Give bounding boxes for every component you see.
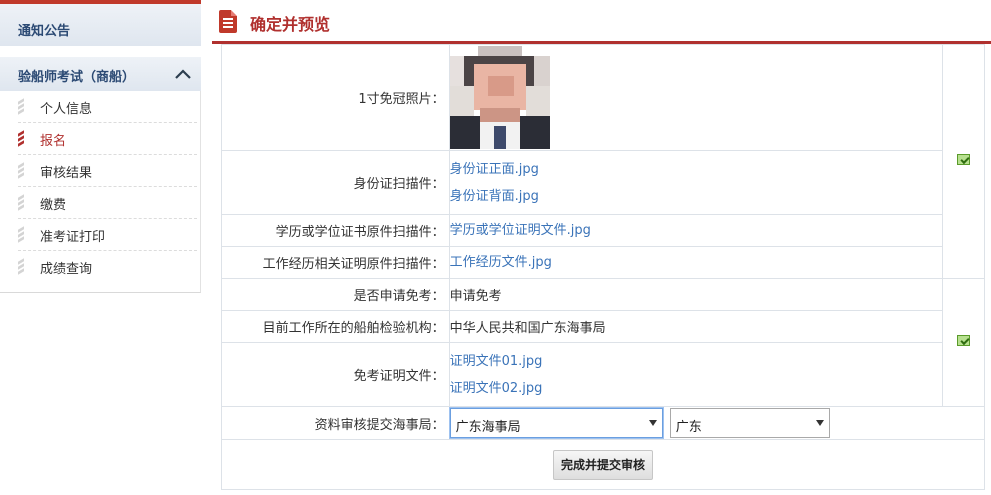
sidebar-gap	[0, 47, 201, 57]
menu-bullet-icon	[18, 162, 24, 179]
exempt-file-2-link[interactable]: 证明文件02.jpg	[450, 375, 942, 402]
exempt-proof-cell: 证明文件01.jpg 证明文件02.jpg	[448, 342, 944, 407]
id-front-file-link[interactable]: 身份证正面.jpg	[450, 156, 942, 183]
work-cell: 工作经历文件.jpg	[448, 246, 944, 279]
menu-bullet-icon	[18, 258, 24, 275]
id-scan-label: 身份证扫描件：	[221, 150, 450, 215]
edit-icon[interactable]	[957, 335, 970, 346]
sidebar-item-label: 准考证打印	[40, 230, 106, 245]
menu-bullet-icon	[18, 226, 24, 243]
page-title: 确定并预览	[250, 15, 331, 34]
bureau-select-cell: 广东海事局 广东	[448, 406, 986, 440]
sidebar-item-register[interactable]: 报名	[18, 123, 197, 155]
exempt-apply-label: 是否申请免考：	[221, 278, 450, 311]
edit-cell	[942, 278, 985, 407]
sidebar-item-notice[interactable]: 通知公告	[0, 4, 201, 47]
degree-label: 学历或学位证书原件扫描件：	[221, 214, 450, 247]
id-back-file-link[interactable]: 身份证背面.jpg	[450, 183, 942, 210]
sidebar-menu: 个人信息 报名 审核结果 缴费 准考证打印 成绩查询	[0, 91, 201, 283]
exempt-proof-label: 免考证明文件：	[221, 342, 450, 407]
sidebar-item-label: 审核结果	[40, 166, 93, 181]
edit-icon[interactable]	[957, 154, 970, 165]
sidebar-item-label: 报名	[40, 134, 67, 149]
dropdown-arrow-icon	[648, 420, 657, 426]
menu-bullet-icon	[18, 98, 24, 115]
menu-bullet-icon	[18, 194, 24, 211]
sidebar-group-exam[interactable]: 验船师考试（商船）	[0, 57, 201, 91]
org-value: 中华人民共和国广东海事局	[448, 310, 944, 343]
sidebar-item-personal-info[interactable]: 个人信息	[18, 91, 197, 123]
degree-cell: 学历或学位证明文件.jpg	[448, 214, 944, 247]
menu-bullet-icon	[18, 130, 24, 147]
dropdown-arrow-icon	[815, 420, 824, 426]
sidebar-item-label: 个人信息	[40, 102, 93, 117]
degree-file-link[interactable]: 学历或学位证明文件.jpg	[450, 217, 942, 244]
submit-row: 完成并提交审核	[221, 439, 985, 490]
photo-cell	[448, 44, 944, 151]
province-select-value: 广东	[675, 420, 702, 435]
work-file-link[interactable]: 工作经历文件.jpg	[450, 249, 942, 276]
province-select[interactable]: 广东	[669, 408, 830, 438]
sidebar: 通知公告 验船师考试（商船） 个人信息 报名 审核结果 缴费 准考证打印 成绩查…	[0, 0, 201, 293]
sidebar-item-score-query[interactable]: 成绩查询	[18, 251, 197, 283]
sidebar-item-payment[interactable]: 缴费	[18, 187, 197, 219]
exempt-apply-value: 申请免考	[448, 278, 944, 311]
submit-bureau-label: 资料审核提交海事局：	[221, 406, 450, 440]
submit-review-button[interactable]: 完成并提交审核	[552, 449, 653, 480]
id-scan-cell: 身份证正面.jpg 身份证背面.jpg	[448, 150, 944, 215]
bureau-select-value: 广东海事局	[455, 420, 521, 435]
id-photo	[449, 46, 550, 149]
main-header: 确定并预览	[212, 0, 991, 44]
bureau-select[interactable]: 广东海事局	[449, 408, 663, 438]
sidebar-item-label: 成绩查询	[40, 262, 93, 277]
exempt-file-1-link[interactable]: 证明文件01.jpg	[450, 348, 942, 375]
sidebar-group-label: 验船师考试（商船）	[18, 70, 136, 85]
work-label: 工作经历相关证明原件扫描件：	[221, 246, 450, 279]
sidebar-item-review-result[interactable]: 审核结果	[18, 155, 197, 187]
document-icon	[219, 10, 237, 33]
chevron-up-icon[interactable]	[173, 64, 193, 84]
sidebar-item-admission-print[interactable]: 准考证打印	[18, 219, 197, 251]
sidebar-item-label: 缴费	[40, 198, 67, 213]
preview-form: 1寸免冠照片： 身份证扫描件： 身份证正面.jpg 身份证背面.jpg 学历或学…	[221, 44, 986, 490]
photo-label: 1寸免冠照片：	[221, 44, 450, 151]
sidebar-notice-label: 通知公告	[18, 24, 71, 39]
org-label: 目前工作所在的船舶检验机构：	[221, 310, 450, 343]
edit-cell	[942, 44, 985, 279]
